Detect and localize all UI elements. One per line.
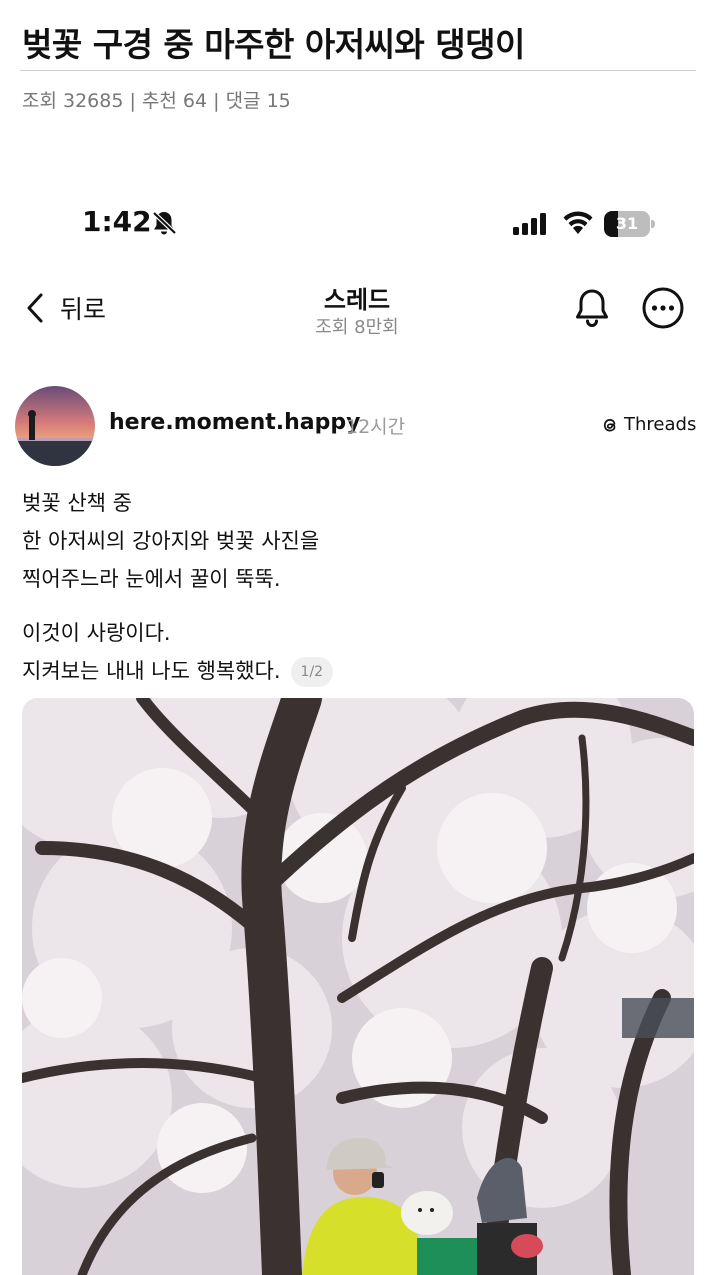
status-time: 1:42 [82,205,152,238]
battery-body: 31 [604,211,650,237]
signal-icon [513,213,546,235]
post-body: 벚꽃 산책 중 한 아저씨의 강아지와 벚꽃 사진을 찍어주느라 눈에서 꿀이 … [22,484,334,690]
post-line: 찍어주느라 눈에서 꿀이 뚝뚝. [22,567,281,591]
article-title: 벚꽃 구경 중 마주한 아저씨와 댕댕이 [22,25,525,64]
divider [20,70,696,71]
post-line: 지켜보는 내내 나도 행복했다. [22,659,281,683]
post-photo[interactable] [22,698,694,1275]
battery-cap [651,220,655,228]
bell-slash-icon [152,211,177,235]
article-meta: 조회 32685 | 추천 64 | 댓글 15 [22,90,291,112]
username[interactable]: here.moment.happy [109,410,360,435]
cherry-blossom-photo [22,698,694,1275]
post-time: 12시간 [346,416,406,438]
bell-icon[interactable] [570,286,614,330]
post-line: 한 아저씨의 강아지와 벚꽃 사진을 [22,529,320,553]
battery-level: 31 [615,214,639,233]
post-line: 이것이 사랑이다. [22,621,171,645]
threads-badge[interactable]: Threads [600,414,696,435]
post-line: 벚꽃 산책 중 [22,491,132,515]
battery-icon: 31 [604,211,655,237]
avatar[interactable] [15,386,95,466]
threads-logo-icon [603,418,616,431]
avatar-image [15,386,95,466]
more-icon[interactable] [641,286,685,330]
page-indicator: 1/2 [290,657,334,687]
threads-label: Threads [624,414,697,435]
post-line-last: 지켜보는 내내 나도 행복했다. 1/2 [22,652,334,690]
wifi-icon [563,211,593,234]
